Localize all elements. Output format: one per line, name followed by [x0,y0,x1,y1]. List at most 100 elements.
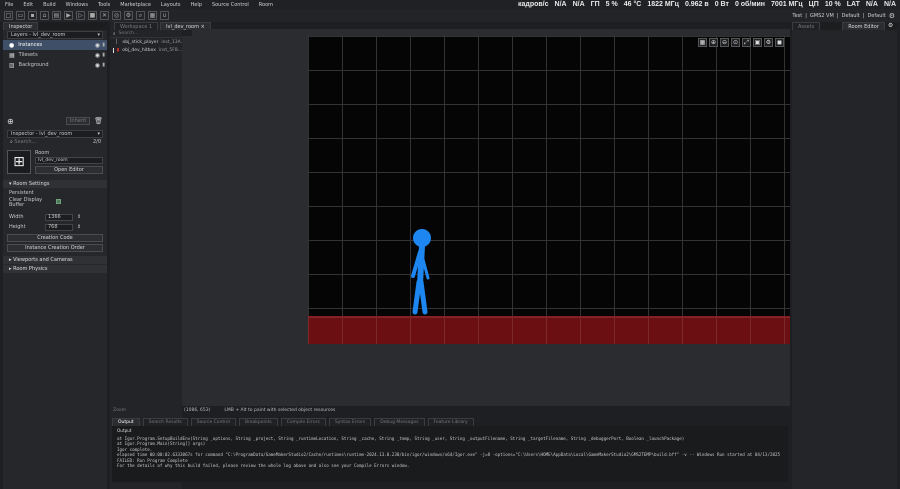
zoom-reset-icon[interactable]: ⊙ [731,38,740,47]
menu-build[interactable]: Build [38,2,61,8]
tab-source-control[interactable]: Source Control [190,418,236,426]
grid-icon[interactable]: ▦ [698,38,707,47]
creation-code-button[interactable]: Creation Code [7,234,103,242]
ground-hitbox[interactable] [308,316,790,344]
fps-label: кадров/с [517,1,549,8]
menu-file[interactable]: File [0,2,18,8]
save-icon[interactable]: ▪ [28,11,37,20]
menu-edit[interactable]: Edit [18,2,38,8]
viewports-header[interactable]: ▸ Viewports and Cameras [3,256,107,264]
menu-room[interactable]: Room [254,2,278,8]
menu-layouts[interactable]: Layouts [156,2,186,8]
width-input[interactable]: 1366 [45,213,73,221]
package-icon[interactable]: ▤ [52,11,61,20]
tab-assets[interactable]: Assets [792,22,821,30]
dock-settings-icon[interactable]: ⚙ [888,22,893,30]
output-console[interactable]: Output at Igor.Program.SetupBuildEnv(Str… [112,426,788,482]
clear-display-field: Clear Display Buffer [3,198,107,212]
instances-search[interactable]: ⌕ Search... [110,30,182,38]
target-selector[interactable]: Test | GMS2 VM | Default | Default ⚙ [792,9,895,22]
room-name-field[interactable]: lvl_dev_room [35,157,103,164]
cursor-coords: (1086, 653) [183,407,211,413]
ruler-horizontal [192,29,790,36]
tab-search-results[interactable]: Search Results [142,418,188,426]
search-icon[interactable]: ⌕ [136,11,145,20]
output-header: Output [117,428,132,433]
lock-icon[interactable]: ∪ [160,11,169,20]
tab-feature-library[interactable]: Feature Library [427,418,474,426]
menu-help[interactable]: Help [186,2,207,8]
camera-icon[interactable]: ◼ [775,38,784,47]
open-project-icon[interactable]: ▭ [16,11,25,20]
background-layer-icon: ▨ [9,61,15,69]
menu-windows[interactable]: Windows [61,2,93,8]
layer-tilesets[interactable]: ▦ Tilesets ◉ ▮ [3,50,107,60]
room-canvas[interactable]: ▦ ⊕ ⊖ ⊙ ⤢ ▣ ⚙ ◼ [190,36,790,406]
instance-item[interactable]: ▮ obj_dev_hitbox inst_5F8... [110,46,182,54]
inspector-select[interactable]: Inspector - lvl_dev_room ▾ [7,130,103,138]
clear-display-checkbox[interactable] [56,199,62,204]
menu-marketplace[interactable]: Marketplace [115,2,156,8]
tab-inspector[interactable]: Inspector [3,22,39,30]
object-icon: ▮ [116,47,120,53]
settings-icon[interactable]: ⚙ [124,11,133,20]
add-layer-icon[interactable]: ⊕ [7,117,14,126]
tab-syntax-errors[interactable]: Syntax Errors [328,418,372,426]
instance-order-button[interactable]: Instance Creation Order [7,244,103,252]
output-line: at Igor.Program.SetupBuildEnv(String _op… [117,435,685,441]
room-tabs: Workspace 1 lvl_dev_room × [114,22,790,30]
target-icon[interactable]: ◎ [112,11,121,20]
output-tabs: Output Search Results Source Control Bre… [112,418,792,426]
layers-select[interactable]: Layers - lvl_dev_room ▾ [7,31,103,39]
tab-compile-errors[interactable]: Compile Errors [280,418,326,426]
clean-icon[interactable]: ✕ [100,11,109,20]
tab-output[interactable]: Output [112,418,140,426]
eye-icon[interactable]: ◉ [95,52,100,59]
debug-icon[interactable]: ▷ [76,11,85,20]
stick-player[interactable] [404,226,440,318]
gpu-label: ГП [590,1,600,8]
config-icon[interactable]: ▦ [148,11,157,20]
menu-source-control[interactable]: Source Control [207,2,254,8]
instance-visible-checkbox[interactable] [113,47,114,53]
height-input[interactable]: 768 [45,223,73,231]
left-panel: Inspector Layers - lvl_dev_room ▾ ● Insta… [3,22,107,489]
zoom-out-icon[interactable]: ⊖ [720,38,729,47]
stepper-icon[interactable]: ⇕ [77,224,81,230]
tab-workspace[interactable]: Workspace 1 [114,22,159,30]
new-project-icon[interactable]: □ [4,11,13,20]
menu-tools[interactable]: Tools [93,2,115,8]
tab-debug-messages[interactable]: Debug Messages [374,418,425,426]
build-icon[interactable]: ⌂ [40,11,49,20]
tab-room-editor[interactable]: Room Editor [842,22,885,30]
layer-background[interactable]: ▨ Background ◉ ▮ [3,60,107,70]
inherit-button[interactable]: Inherit [66,117,91,125]
stop-icon[interactable]: ■ [88,11,97,20]
layer-instances[interactable]: ● Instances ◉ ▮ [3,40,107,50]
room-icon: ⊞ [7,150,31,174]
target-settings-icon[interactable]: ⚙ [889,12,895,20]
zoom-in-icon[interactable]: ⊕ [709,38,718,47]
lock-icon[interactable]: ▮ [102,52,105,58]
eye-icon[interactable]: ◉ [95,42,100,49]
fit-icon[interactable]: ⤢ [742,38,751,47]
lock-icon[interactable]: ▮ [102,42,105,48]
snap-icon[interactable]: ▣ [753,38,762,47]
physics-header[interactable]: ▸ Room Physics [3,265,107,273]
inspector-search[interactable]: ⌕ Search... 2/0 [7,139,103,147]
stepper-icon[interactable]: ⇕ [77,214,81,220]
open-editor-button[interactable]: Open Editor [35,166,103,174]
tab-breakpoints[interactable]: Breakpoints [238,418,278,426]
run-icon[interactable]: ▶ [64,11,73,20]
lock-icon[interactable]: ▮ [102,62,105,68]
performance-overlay: кадров/с N/A N/A ГП 5 % 46 °C 1822 МГц 0… [517,1,896,8]
view-tools: ▦ ⊕ ⊖ ⊙ ⤢ ▣ ⚙ ◼ [698,38,784,47]
eye-icon[interactable]: ◉ [95,62,100,69]
room-area[interactable] [308,36,790,344]
settings-icon[interactable]: ⚙ [764,38,773,47]
delete-layer-icon[interactable]: 🗑 [94,117,103,125]
menu-bar: File Edit Build Windows Tools Marketplac… [0,0,900,9]
instance-item[interactable]: ▏ obj_stick_player inst_13A... [110,38,185,46]
room-settings-header[interactable]: ▾ Room Settings [3,180,107,188]
status-hint: LMB + Alt to paint with selected object … [224,407,336,413]
